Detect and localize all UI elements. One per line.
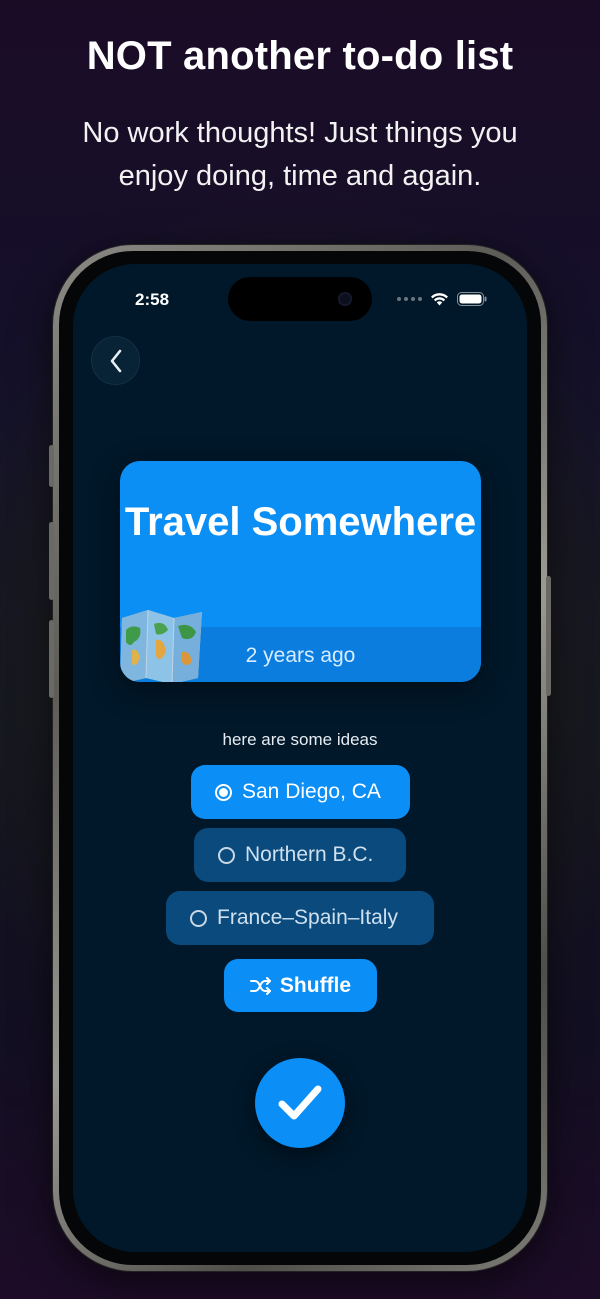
chevron-left-icon xyxy=(110,349,121,372)
phone-volume-down-button xyxy=(49,620,54,698)
status-icons xyxy=(397,292,487,306)
idea-option-label: Northern B.C. xyxy=(245,843,374,866)
idea-option-france-spain-italy[interactable]: France–Spain–Italy xyxy=(166,891,434,945)
card-elapsed-time: 2 years ago xyxy=(245,644,356,667)
promo-subline: No work thoughts! Just things you enjoy … xyxy=(82,117,518,192)
idea-option-san-diego[interactable]: San Diego, CA xyxy=(191,765,410,819)
radio-selected-icon xyxy=(215,783,232,801)
activity-card[interactable]: Travel Somewhere 2 years ago xyxy=(120,461,481,682)
idea-option-label: San Diego, CA xyxy=(242,780,381,803)
app-screen: 2:58 Travel Somewhere 2 years ago here a… xyxy=(73,264,527,1252)
phone-side-button xyxy=(546,576,551,696)
battery-icon xyxy=(457,292,487,306)
phone-action-button xyxy=(49,445,54,487)
wifi-icon xyxy=(431,293,448,306)
signal-dots-icon xyxy=(397,297,422,301)
radio-unselected-icon xyxy=(218,846,235,864)
shuffle-label: Shuffle xyxy=(279,973,352,997)
idea-option-northern-bc[interactable]: Northern B.C. xyxy=(194,828,406,882)
back-button[interactable] xyxy=(91,336,140,385)
ideas-label: here are some ideas xyxy=(222,730,378,749)
promo-headline: NOT another to-do list xyxy=(86,34,514,78)
card-title: Travel Somewhere xyxy=(124,500,477,544)
phone-volume-up-button xyxy=(49,522,54,600)
idea-option-label: France–Spain–Italy xyxy=(217,906,398,929)
status-time: 2:58 xyxy=(135,290,170,309)
complete-button[interactable] xyxy=(255,1058,345,1148)
checkmark-icon xyxy=(278,1085,322,1120)
shuffle-icon xyxy=(249,976,271,995)
dynamic-island xyxy=(228,277,372,321)
radio-unselected-icon xyxy=(190,909,207,927)
shuffle-button[interactable]: Shuffle xyxy=(224,959,377,1012)
